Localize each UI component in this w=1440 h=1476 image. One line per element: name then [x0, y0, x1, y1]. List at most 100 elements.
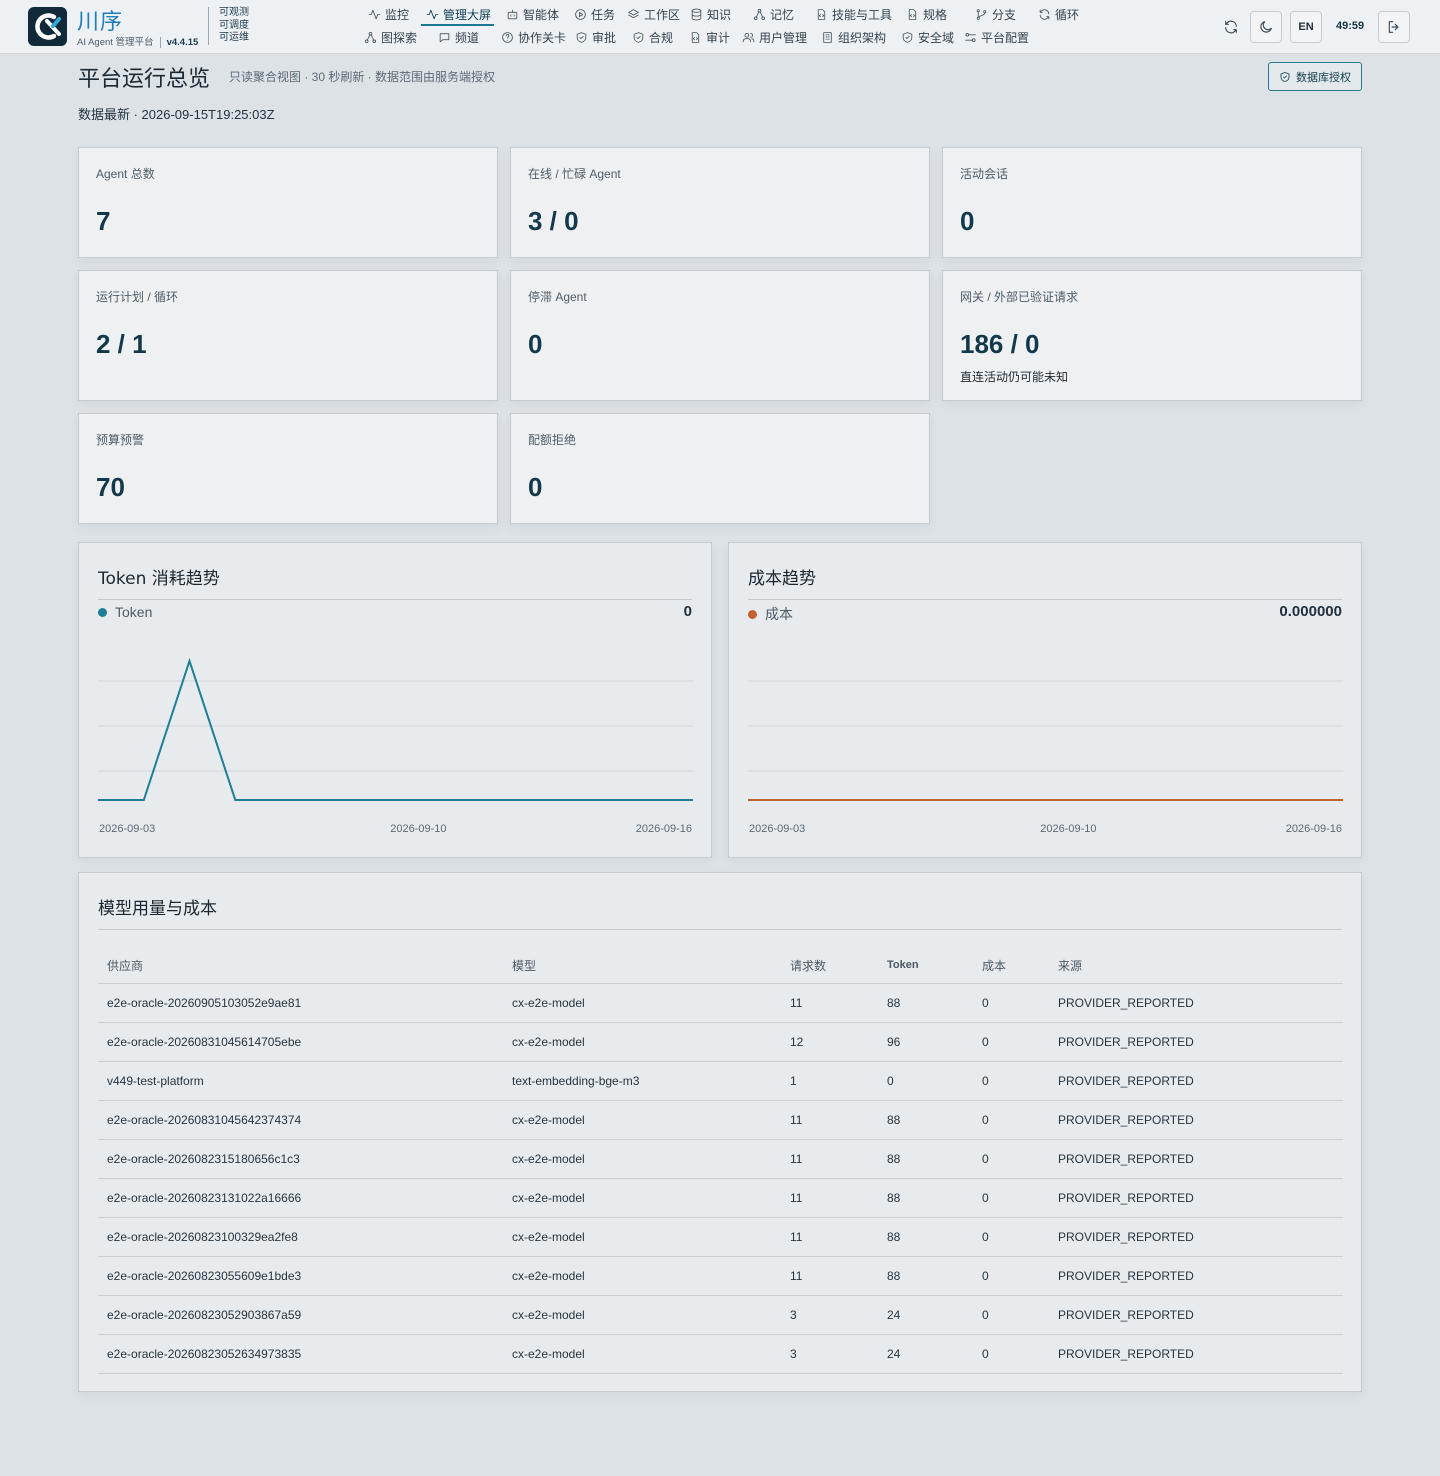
- nav-compliance[interactable]: 合规: [632, 27, 673, 47]
- table-cell: e2e-oracle-20260831045614705ebe: [98, 1022, 503, 1062]
- nav-branches[interactable]: 分支: [975, 4, 1016, 24]
- nav-memory[interactable]: 记忆: [753, 4, 794, 24]
- nav-org-structure[interactable]: 组织架构: [821, 27, 886, 47]
- table-cell: e2e-oracle-2026082315180656c1c3: [98, 1139, 503, 1179]
- nav-label: 任务: [591, 7, 616, 22]
- logo-icon[interactable]: [28, 7, 67, 46]
- table-cell: 0: [973, 1061, 1049, 1101]
- nav-knowledge[interactable]: 知识: [690, 4, 731, 24]
- table-cell: e2e-oracle-20260823052903867a59: [98, 1295, 503, 1335]
- nav-label: 记忆: [770, 7, 795, 22]
- stat-label: 活动会话: [960, 167, 1009, 181]
- help-circle-icon: [502, 31, 513, 43]
- column-header[interactable]: 成本: [973, 948, 1049, 984]
- table-cell: cx-e2e-model: [503, 1295, 781, 1335]
- table-cell: 11: [781, 1217, 878, 1257]
- nav-label: 知识: [707, 7, 732, 22]
- table-cell: 11: [781, 983, 878, 1023]
- table-cell: e2e-oracle-20260831045642374374: [98, 1100, 503, 1140]
- column-header[interactable]: 供应商: [98, 948, 503, 984]
- database-auth-label: 数据库授权: [1296, 71, 1351, 84]
- column-header[interactable]: Token: [878, 948, 973, 984]
- table-row[interactable]: v449-test-platform text-embedding-bge-m3 1…: [98, 1061, 1343, 1101]
- nav-label: 分支: [992, 7, 1017, 22]
- nav-tasks[interactable]: 任务: [574, 4, 615, 24]
- column-header[interactable]: 模型: [503, 948, 781, 984]
- table-header-row: 供应商 模型 请求数 Token 成本 来源: [98, 948, 1343, 984]
- table-row[interactable]: e2e-oracle-20260823052903867a59 cx-e2e-mo…: [98, 1295, 1343, 1335]
- nav-security-domain[interactable]: 安全域: [901, 27, 954, 47]
- table-row[interactable]: e2e-oracle-20260831045614705ebe cx-e2e-mo…: [98, 1022, 1343, 1062]
- logout-button[interactable]: [1378, 11, 1410, 43]
- stat-note: 直连活动仍可能未知: [960, 370, 1069, 384]
- table-cell: 88: [878, 1217, 973, 1257]
- nav-channels[interactable]: 频道: [438, 27, 479, 47]
- nav-label: 审批: [592, 30, 617, 45]
- nav-admin-dashboard[interactable]: 管理大屏: [426, 4, 491, 24]
- column-header[interactable]: 来源: [1049, 948, 1343, 984]
- stat-value: 0: [528, 472, 543, 502]
- file-code-icon: [817, 8, 826, 20]
- nav-loops[interactable]: 循环: [1038, 4, 1079, 24]
- nav-workspace[interactable]: 工作区: [627, 4, 680, 24]
- nav-approvals[interactable]: 审批: [575, 27, 616, 47]
- table-cell: 88: [878, 1178, 973, 1218]
- table-cell: 24: [878, 1295, 973, 1335]
- refresh-icon: [1225, 20, 1237, 34]
- nav-active-indicator: [421, 24, 494, 26]
- x-tick-label: 2026-09-03: [749, 823, 805, 835]
- table-cell: 0: [973, 1178, 1049, 1218]
- stat-label: 在线 / 忙碌 Agent: [528, 167, 621, 181]
- nav-monitor[interactable]: 监控: [368, 4, 409, 24]
- x-tick-label: 2026-09-10: [390, 823, 446, 835]
- activity-icon: [426, 9, 439, 19]
- stat-card-online-busy: 在线 / 忙碌 Agent 3 / 0: [510, 147, 930, 258]
- table-cell: e2e-oracle-20260823100329ea2fe8: [98, 1217, 503, 1257]
- refresh-button[interactable]: [1215, 11, 1247, 43]
- nav-label: 循环: [1055, 7, 1080, 22]
- table-cell: 11: [781, 1100, 878, 1140]
- table-row[interactable]: e2e-oracle-20260823052634973835 cx-e2e-mo…: [98, 1334, 1343, 1374]
- language-button[interactable]: EN: [1290, 11, 1322, 43]
- page-title: 平台运行总览: [78, 67, 211, 92]
- stat-value: 186 / 0: [960, 329, 1040, 359]
- bot-icon: [507, 9, 518, 19]
- table-cell: PROVIDER_REPORTED: [1049, 983, 1343, 1023]
- theme-toggle-button[interactable]: [1250, 11, 1282, 43]
- nav-skills-tools[interactable]: 技能与工具: [815, 4, 892, 24]
- table-cell: PROVIDER_REPORTED: [1049, 1178, 1343, 1218]
- table-row[interactable]: e2e-oracle-20260905103052e9ae81 cx-e2e-mo…: [98, 983, 1343, 1023]
- table-cell: 0: [973, 983, 1049, 1023]
- nav-audit[interactable]: 审计: [689, 27, 730, 47]
- table-row[interactable]: e2e-oracle-20260823131022a16666 cx-e2e-mo…: [98, 1178, 1343, 1218]
- table-row[interactable]: e2e-oracle-20260831045642374374 cx-e2e-mo…: [98, 1100, 1343, 1140]
- table-cell: PROVIDER_REPORTED: [1049, 1061, 1343, 1101]
- table-row[interactable]: e2e-oracle-20260823100329ea2fe8 cx-e2e-mo…: [98, 1217, 1343, 1257]
- table-row[interactable]: e2e-oracle-20260823055609e1bde3 cx-e2e-mo…: [98, 1256, 1343, 1296]
- database-auth-button[interactable]: 数据库授权: [1268, 62, 1362, 91]
- nav-agents[interactable]: 智能体: [506, 4, 559, 24]
- table-row[interactable]: e2e-oracle-2026082315180656c1c3 cx-e2e-mo…: [98, 1139, 1343, 1179]
- stat-value: 0: [960, 206, 975, 236]
- stat-value: 3 / 0: [528, 206, 579, 236]
- nav-label: 协作关卡: [518, 30, 567, 45]
- nav-user-management[interactable]: 用户管理: [742, 27, 807, 47]
- table-cell: PROVIDER_REPORTED: [1049, 1139, 1343, 1179]
- brand-name: 川序: [77, 10, 124, 35]
- table-cell: cx-e2e-model: [503, 1256, 781, 1296]
- nav-graph-explore[interactable]: 图探索: [364, 27, 417, 47]
- stat-card-active-sessions: 活动会话 0: [942, 147, 1362, 258]
- nav-collab-gates[interactable]: 协作关卡: [501, 27, 566, 47]
- table-cell: 0: [973, 1022, 1049, 1062]
- column-header[interactable]: 请求数: [781, 948, 878, 984]
- table-cell: cx-e2e-model: [503, 1100, 781, 1140]
- network-icon: [753, 8, 766, 20]
- stat-label: Agent 总数: [96, 167, 155, 181]
- sliders-icon: [965, 32, 976, 42]
- brand-tag: 可调度: [219, 19, 249, 31]
- nav-label: 安全域: [918, 30, 955, 45]
- nav-specs[interactable]: 规格: [906, 4, 947, 24]
- stat-label: 停滞 Agent: [528, 290, 587, 304]
- layers-icon: [628, 8, 639, 18]
- nav-platform-config[interactable]: 平台配置: [964, 27, 1029, 47]
